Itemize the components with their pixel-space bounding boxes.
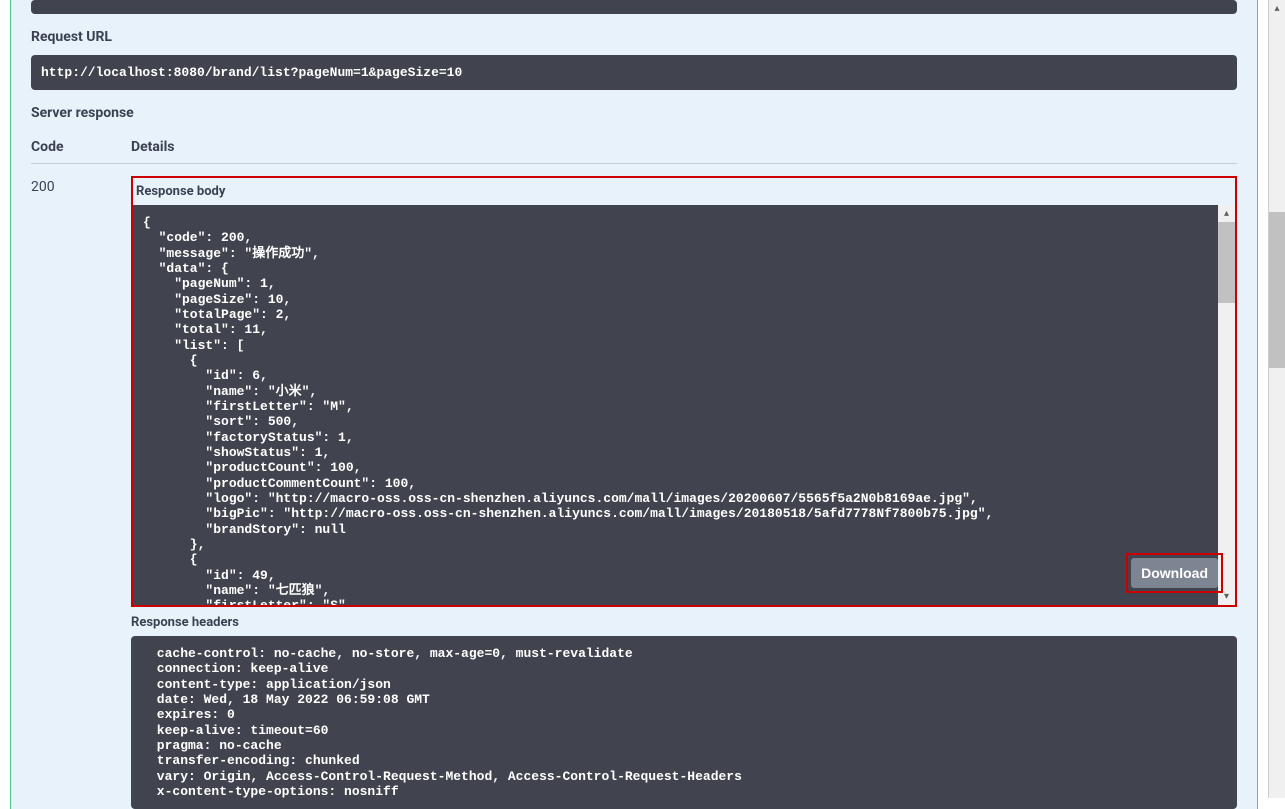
download-button[interactable]: Download <box>1131 558 1218 588</box>
main-container: Request URL http://localhost:8080/brand/… <box>0 0 1268 809</box>
body-container: { "code": 200, "message": "操作成功", "data"… <box>133 205 1235 605</box>
response-body-highlighted: Response body { "code": 200, "message": … <box>131 176 1237 607</box>
scroll-track[interactable] <box>1218 222 1235 588</box>
request-url-label: Request URL <box>31 29 1237 45</box>
response-headers-label: Response headers <box>131 615 1237 630</box>
page-scroll-thumb[interactable] <box>1269 212 1285 368</box>
page-scrollbar[interactable]: ▴ <box>1268 0 1285 798</box>
content-panel: Request URL http://localhost:8080/brand/… <box>10 0 1258 809</box>
curl-box-truncated <box>31 0 1237 14</box>
page-scroll-up-icon[interactable]: ▴ <box>1269 0 1285 17</box>
code-column-header: Code <box>31 139 131 155</box>
response-body-content[interactable]: { "code": 200, "message": "操作成功", "data"… <box>133 205 1235 605</box>
response-headers-content: cache-control: no-cache, no-store, max-a… <box>131 636 1237 809</box>
details-column-header: Details <box>131 139 1237 155</box>
inner-scrollbar[interactable]: ▴ ▾ <box>1218 205 1235 605</box>
response-code-value: 200 <box>31 176 131 809</box>
response-row: 200 Response body { "code": 200, "messag… <box>31 176 1237 809</box>
response-body-label: Response body <box>133 178 1235 205</box>
request-url-value: http://localhost:8080/brand/list?pageNum… <box>31 55 1237 90</box>
server-response-label: Server response <box>31 105 1237 121</box>
response-details-content: Response body { "code": 200, "message": … <box>131 176 1237 809</box>
page-scroll-track[interactable] <box>1269 17 1285 798</box>
scroll-thumb[interactable] <box>1218 222 1235 303</box>
scroll-up-icon[interactable]: ▴ <box>1218 205 1235 222</box>
response-table-header: Code Details <box>31 139 1237 164</box>
download-button-highlighted: Download <box>1126 553 1223 593</box>
